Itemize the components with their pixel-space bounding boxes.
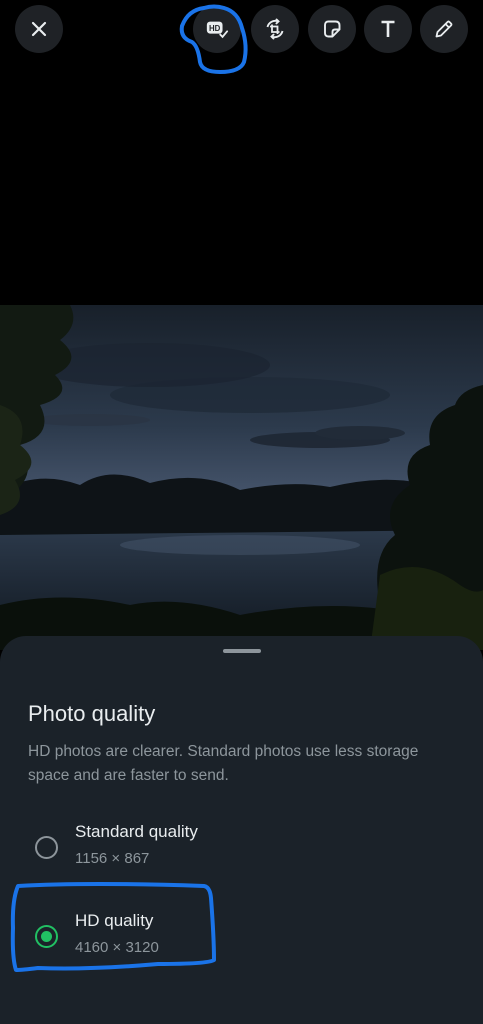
close-button[interactable] [15,5,63,53]
text-button[interactable] [364,5,412,53]
radio-button-selected[interactable] [35,925,58,948]
hd-toggle-button[interactable]: HD [193,5,241,53]
hd-check-icon: HD [206,21,229,39]
hd-label: HD [209,24,221,33]
draw-button[interactable] [420,5,468,53]
option-hd-quality[interactable]: HD quality 4160 × 3120 [0,897,483,971]
radio-button-unselected[interactable] [35,836,58,859]
option-label: HD quality [75,911,154,930]
crop-rotate-icon [266,18,284,40]
photo-preview [0,305,483,650]
sheet-description: HD photos are clearer. Standard photos u… [28,743,419,784]
option-resolution: 4160 × 3120 [75,939,159,956]
option-resolution: 1156 × 867 [75,850,150,867]
drag-handle[interactable] [223,649,261,653]
landscape-photo [0,305,483,650]
text-icon [381,20,395,37]
media-editor-screen: HD Photo quality HD photos are clearer. … [0,0,483,1024]
sticker-button[interactable] [308,5,356,53]
option-label: Standard quality [75,822,198,841]
option-standard-quality[interactable]: Standard quality 1156 × 867 [0,808,483,882]
sticker-icon [324,20,341,38]
sheet-title: Photo quality [28,701,156,726]
photo-quality-sheet: Photo quality HD photos are clearer. Sta… [0,636,483,1024]
pencil-icon [435,20,453,38]
close-icon [31,21,47,37]
crop-rotate-button[interactable] [251,5,299,53]
radio-selected-dot [41,931,52,942]
